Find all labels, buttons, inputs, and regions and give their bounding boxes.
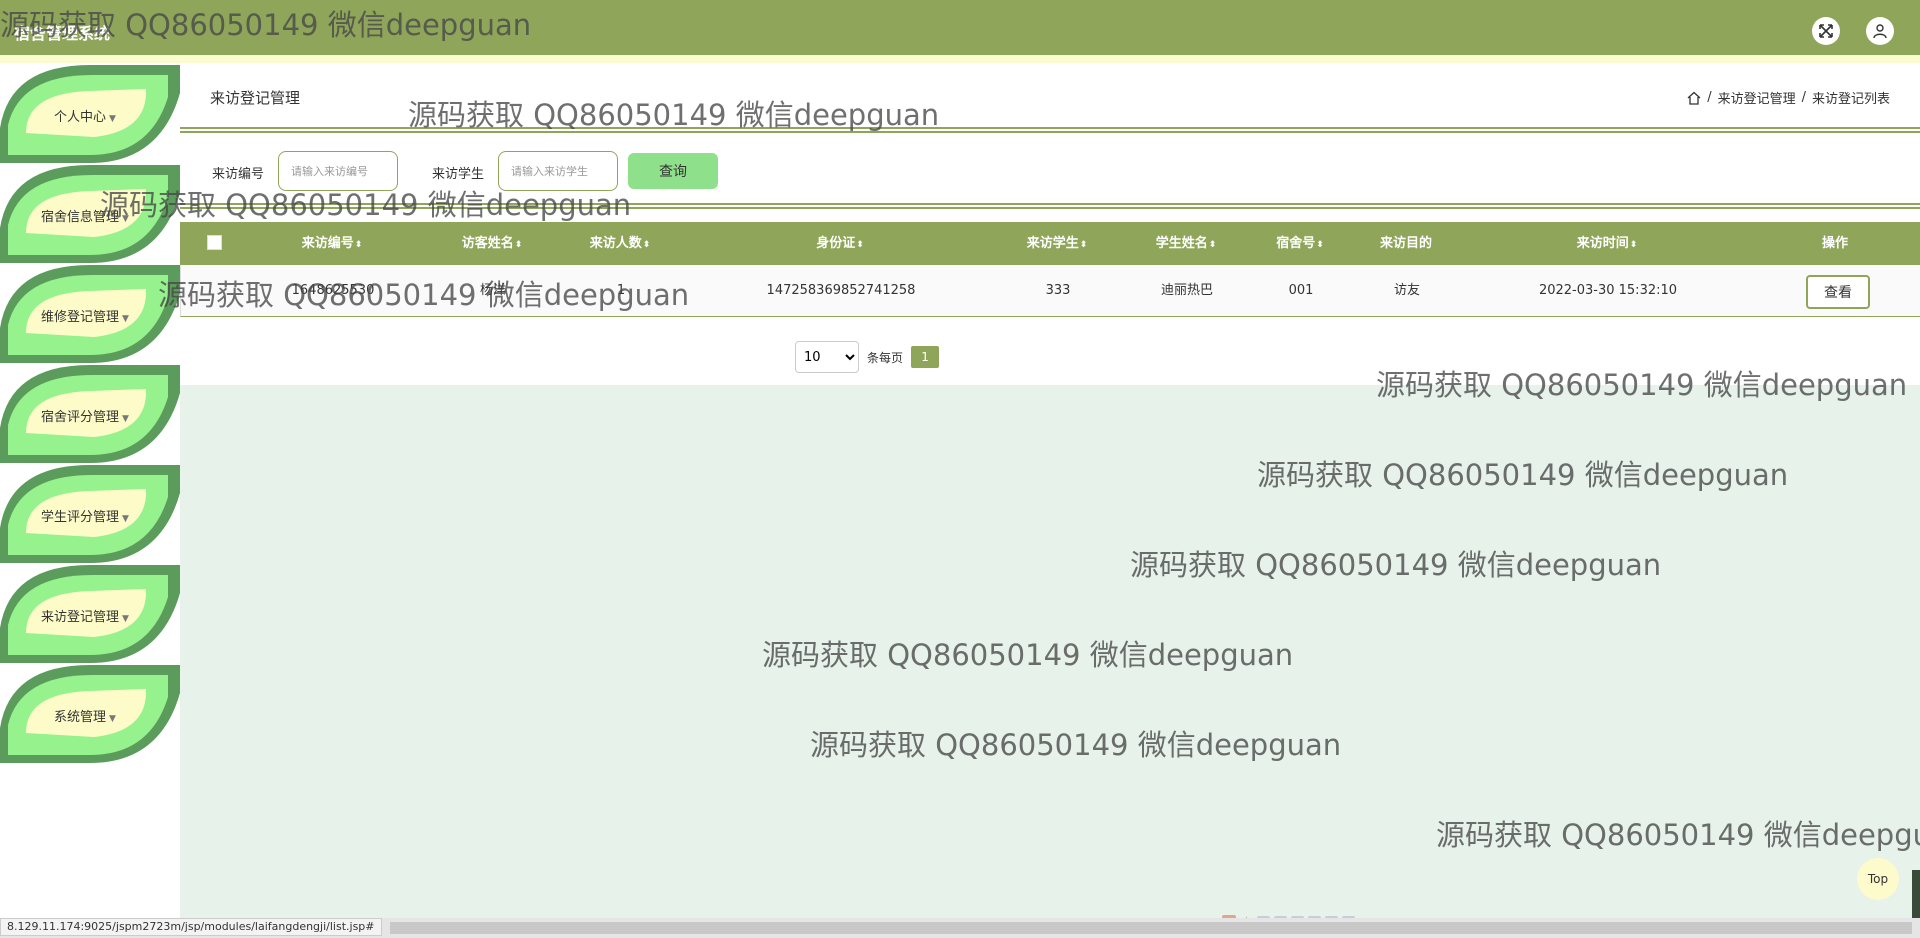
sidebar-item-label: 宿舍评分管理 xyxy=(41,410,120,425)
column-header[interactable]: 来访人数⬍ xyxy=(590,222,651,265)
column-header: 操作 xyxy=(1821,236,1849,251)
back-to-top-button[interactable]: Top xyxy=(1857,858,1899,900)
search-bar: 来访编号 来访学生 查询 xyxy=(180,151,1920,191)
divider xyxy=(180,127,1920,133)
main-content: 来访登记管理 / 来访登记管理 / 来访登记列表 来访编号 来访学生 查询 来访… xyxy=(180,63,1920,923)
per-page-label: 条每页 xyxy=(867,350,904,365)
sidebar-item-visit[interactable]: 来访登记管理 ▼ xyxy=(0,563,180,663)
sidebar-item-label: 宿舍信息管理 xyxy=(41,210,120,225)
column-header[interactable]: 来访时间⬍ xyxy=(1577,222,1638,265)
cell-visit-time: 2022-03-30 15:32:10 xyxy=(1538,283,1678,298)
sidebar-item-label: 系统管理 xyxy=(54,710,107,725)
column-header[interactable]: 来访学生⬍ xyxy=(1027,222,1088,265)
breadcrumb-separator: / xyxy=(1707,90,1712,105)
app-title: 宿舍管理系统 xyxy=(14,24,111,43)
sort-icon: ⬍ xyxy=(1316,240,1324,250)
page-size-select[interactable]: 10 xyxy=(795,341,859,373)
cell-visitor-name: 杨洋 xyxy=(479,283,507,298)
breadcrumb-item: 来访登记列表 xyxy=(1811,92,1890,107)
sidebar-item-student-score[interactable]: 学生评分管理 ▼ xyxy=(0,463,180,563)
sidebar-item-dorm-score[interactable]: 宿舍评分管理 ▼ xyxy=(0,363,180,463)
sidebar-item-label: 来访登记管理 xyxy=(41,610,120,625)
cell-student-name: 迪丽热巴 xyxy=(1160,283,1214,298)
top-header xyxy=(0,0,1920,55)
query-button[interactable]: 查询 xyxy=(628,153,718,189)
column-header[interactable]: 来访编号⬍ xyxy=(302,222,363,265)
search-label-visit-no: 来访编号 xyxy=(212,167,265,182)
column-header[interactable]: 宿舍号⬍ xyxy=(1276,222,1324,265)
sidebar-item-repair[interactable]: 维修登记管理 ▼ xyxy=(0,263,180,363)
sidebar-item-label: 学生评分管理 xyxy=(41,510,120,525)
page-number[interactable]: 1 xyxy=(911,346,940,368)
view-button[interactable]: 查看 xyxy=(1806,275,1870,309)
cell-purpose: 访友 xyxy=(1393,283,1421,298)
column-header[interactable]: 访客姓名⬍ xyxy=(462,222,523,265)
sidebar-item-system[interactable]: 系统管理 ▼ xyxy=(0,663,180,763)
sort-icon: ⬍ xyxy=(1629,240,1638,250)
status-bar: 8.129.11.174:9025/jspm2723m/jsp/modules/… xyxy=(0,918,1920,938)
user-icon[interactable] xyxy=(1866,17,1894,45)
select-all-checkbox[interactable] xyxy=(207,235,222,250)
cell-visitor-count: 1 xyxy=(616,283,626,298)
sort-icon: ⬍ xyxy=(856,240,864,250)
horizontal-scrollbar[interactable] xyxy=(390,922,1912,934)
divider xyxy=(180,203,1920,209)
side-handle[interactable] xyxy=(1912,870,1920,920)
breadcrumb-separator: / xyxy=(1801,90,1806,105)
sidebar-item-label: 个人中心 xyxy=(54,110,107,125)
page-title: 来访登记管理 xyxy=(210,89,301,107)
visit-no-input[interactable] xyxy=(278,151,398,191)
cell-id-card: 147258369852741258 xyxy=(766,283,916,298)
column-header[interactable]: 身份证⬍ xyxy=(816,222,864,265)
table-row[interactable]: 1648625530 杨洋 1 147258369852741258 333 迪… xyxy=(180,265,1920,317)
cell-dorm-no: 001 xyxy=(1288,283,1314,298)
sort-icon: ⬍ xyxy=(1208,240,1217,250)
chevron-down-icon: ▼ xyxy=(109,114,116,124)
sidebar-item-label: 维修登记管理 xyxy=(41,310,120,325)
home-icon[interactable] xyxy=(1687,91,1701,105)
breadcrumb-item[interactable]: 来访登记管理 xyxy=(1718,88,1796,107)
search-label-student: 来访学生 xyxy=(432,167,485,182)
data-table: 来访编号⬍ 访客姓名⬍ 来访人数⬍ 身份证⬍ 来访学生⬍ 学生姓名⬍ 宿舍号⬍ … xyxy=(180,222,1920,317)
sidebar-item-profile[interactable]: 个人中心 ▼ xyxy=(0,63,180,163)
expand-icon[interactable] xyxy=(1812,17,1840,45)
column-header: 来访目的 xyxy=(1379,236,1433,251)
cell-visit-no: 1648625530 xyxy=(291,283,375,298)
table-header: 来访编号⬍ 访客姓名⬍ 来访人数⬍ 身份证⬍ 来访学生⬍ 学生姓名⬍ 宿舍号⬍ … xyxy=(180,222,1920,265)
chevron-down-icon: ▼ xyxy=(122,314,129,324)
chevron-down-icon: ▼ xyxy=(122,514,129,524)
status-url: 8.129.11.174:9025/jspm2723m/jsp/modules/… xyxy=(0,918,382,936)
column-header[interactable]: 学生姓名⬍ xyxy=(1156,222,1217,265)
sort-icon: ⬍ xyxy=(354,240,363,250)
sidebar: 个人中心▼ 宿舍信息管理▼ 维修登记管理▼ 宿舍评分管理▼ 学生评分管理 xyxy=(0,63,180,923)
breadcrumb: / 来访登记管理 / 来访登记列表 xyxy=(1687,88,1890,107)
sort-icon: ⬍ xyxy=(514,240,523,250)
sort-icon: ⬍ xyxy=(642,240,651,250)
chevron-down-icon: ▼ xyxy=(109,714,116,724)
student-input[interactable] xyxy=(498,151,618,191)
chevron-down-icon: ▼ xyxy=(122,614,129,624)
pagination: 10 条每页 1 xyxy=(795,341,940,373)
sort-icon: ⬍ xyxy=(1079,240,1088,250)
chevron-down-icon: ▼ xyxy=(122,414,129,424)
header-accent-strip xyxy=(0,55,1920,63)
sidebar-item-dorm-info[interactable]: 宿舍信息管理 ▼ xyxy=(0,163,180,263)
cell-student: 333 xyxy=(1045,283,1071,298)
chevron-down-icon: ▼ xyxy=(122,214,129,224)
